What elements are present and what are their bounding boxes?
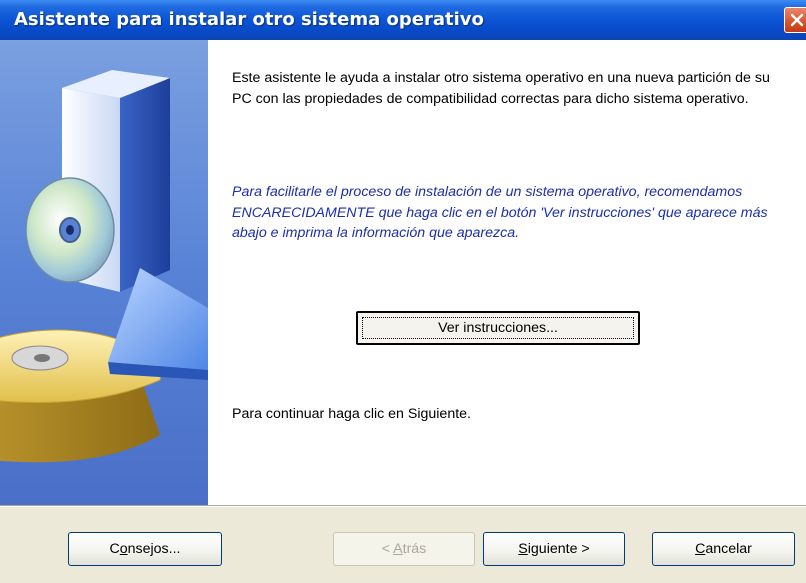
view-instructions-label: Ver instrucciones...	[438, 320, 558, 336]
recommendation-note: Para facilitarle el proceso de instalaci…	[232, 184, 768, 241]
next-button[interactable]: Siguiente >	[483, 532, 625, 566]
title-bar[interactable]: Asistente para instalar otro sistema ope…	[0, 0, 806, 40]
wizard-content: Este asistente le ayuda a instalar otro …	[208, 40, 806, 505]
wizard-side-panel	[0, 40, 208, 505]
footer-separator	[0, 505, 806, 507]
wizard-window: Asistente para instalar otro sistema ope…	[0, 0, 806, 583]
window-title: Asistente para instalar otro sistema ope…	[14, 9, 484, 30]
tips-button[interactable]: Consejos...	[68, 532, 222, 566]
close-button[interactable]	[784, 7, 806, 33]
back-button[interactable]: < Atrás	[333, 532, 475, 566]
continue-hint: Para continuar haga clic en Siguiente.	[232, 406, 471, 422]
cancel-button[interactable]: Cancelar	[652, 532, 795, 566]
wizard-illustration	[0, 70, 208, 463]
close-icon	[790, 13, 804, 27]
view-instructions-button[interactable]: Ver instrucciones...	[356, 311, 640, 345]
intro-text: Este asistente le ayuda a instalar otro …	[232, 70, 770, 107]
